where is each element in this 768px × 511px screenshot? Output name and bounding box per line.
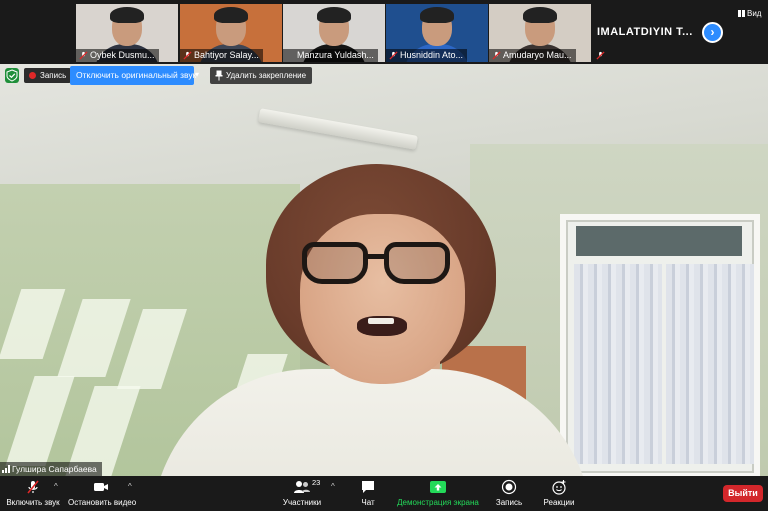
record-icon (501, 479, 517, 495)
meeting-toolbar: Включить звук ^ Остановить видео ^ Участ… (0, 476, 768, 511)
video-overlay-bar: Запись Отключить оригинальный звук ▾ Уда… (0, 66, 768, 86)
participant-thumbnail[interactable]: Bahtiyor Salay... (180, 4, 282, 62)
chevron-down-icon[interactable]: ▾ (195, 70, 199, 79)
security-shield-icon[interactable] (5, 68, 19, 83)
chat-icon (362, 481, 374, 493)
participants-icon (294, 481, 310, 493)
reactions-button[interactable]: Реакции (541, 479, 577, 507)
teeth (368, 318, 394, 324)
participant-thumbnail[interactable]: Amudaryo Mau... (489, 4, 591, 62)
muted-mic-icon (79, 51, 88, 60)
view-button[interactable]: Вид (738, 9, 761, 18)
grid-icon (738, 10, 745, 17)
muted-mic-icon (596, 51, 605, 60)
share-screen-button[interactable]: Демонстрация экрана (397, 479, 479, 507)
glasses (302, 242, 452, 288)
leave-meeting-button[interactable]: Выйти (723, 485, 763, 502)
active-speaker-label: Гулшира Сапарбаева (0, 462, 102, 476)
original-audio-button[interactable]: Отключить оригинальный звук (70, 66, 196, 85)
stop-video-button[interactable]: Остановить видео (68, 479, 137, 507)
chat-button[interactable]: Чат (356, 479, 380, 507)
reactions-label: Реакции (543, 498, 575, 507)
check-icon (6, 69, 18, 82)
muted-mic-icon (389, 51, 398, 60)
recording-label: Запись (40, 71, 67, 80)
thumbnail-hair (420, 7, 454, 23)
audio-options-caret[interactable]: ^ (54, 482, 58, 491)
muted-mic-icon (183, 51, 192, 60)
participant-thumbnail[interactable]: Manzura Yuldash... (283, 4, 385, 62)
thumbnail-hair (110, 7, 144, 23)
audio-level-icon (2, 465, 10, 473)
unmute-button[interactable]: Включить звук (6, 479, 60, 507)
view-label: Вид (747, 9, 762, 18)
participants-options-caret[interactable]: ^ (331, 482, 335, 491)
unpin-label: Удалить закрепление (226, 71, 307, 80)
record-label: Запись (495, 498, 523, 507)
participant-name: Bahtiyor Salay... (180, 49, 263, 62)
sweater (152, 369, 592, 476)
glasses-lens-right (384, 242, 450, 284)
speaker-person (0, 64, 768, 476)
unmute-label: Включить звук (6, 498, 60, 507)
participant-thumbnail[interactable]: Oybek Dusmu... (76, 4, 178, 62)
thumbnail-hair (317, 7, 351, 23)
participant-strip: Oybek Dusmu... Bahtiyor Salay... Manzura… (0, 0, 768, 64)
muted-mic-icon (492, 51, 501, 60)
zoom-meeting-window: Oybek Dusmu... Bahtiyor Salay... Manzura… (0, 0, 768, 511)
glasses-lens-left (302, 242, 368, 284)
speaker-name: Гулшира Сапарбаева (12, 464, 97, 474)
thumbnail-hair (214, 7, 248, 23)
thumbnail-hair (523, 7, 557, 23)
glasses-bridge (366, 254, 386, 259)
next-page-button[interactable]: › (702, 22, 723, 43)
participants-label: Участники (282, 498, 322, 507)
emoji-icon (552, 480, 566, 495)
participant-name: IMALATDIYIN T... (597, 26, 693, 38)
main-video[interactable] (0, 64, 768, 476)
share-screen-label: Демонстрация экрана (397, 498, 479, 507)
pin-icon (215, 70, 223, 81)
unpin-button[interactable]: Удалить закрепление (210, 67, 313, 84)
face (300, 214, 465, 384)
participant-name: Manzura Yuldash... (283, 49, 378, 62)
participant-name: Husniddin Ato... (386, 49, 468, 62)
chevron-right-icon: › (710, 25, 715, 39)
muted-mic-icon (27, 480, 39, 494)
video-options-caret[interactable]: ^ (128, 482, 132, 491)
stop-video-label: Остановить видео (68, 498, 137, 507)
participants-count: 23 (312, 478, 321, 487)
share-screen-icon (430, 481, 446, 493)
video-camera-icon (94, 483, 108, 491)
record-button[interactable]: Запись (494, 479, 524, 507)
participant-name: Amudaryo Mau... (489, 49, 576, 62)
participant-name: Oybek Dusmu... (76, 49, 159, 62)
record-dot-icon (29, 72, 36, 79)
recording-indicator[interactable]: Запись (24, 68, 72, 83)
chat-label: Чат (361, 498, 375, 507)
participant-thumbnail[interactable]: Husniddin Ato... (386, 4, 488, 62)
